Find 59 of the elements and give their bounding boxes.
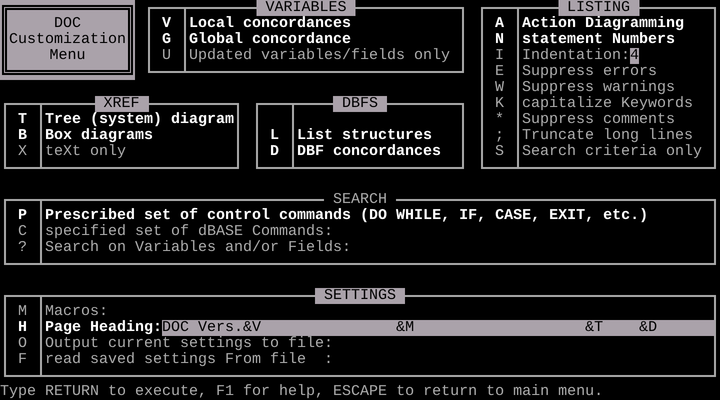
option-label[interactable]: Tree (system) diagram xyxy=(44,112,234,128)
option-label[interactable]: capitalize Keywords xyxy=(522,96,694,112)
option-label[interactable]: Local concordances xyxy=(189,16,352,32)
hotkey-letter[interactable]: A xyxy=(495,16,504,32)
option-label[interactable]: Macros: xyxy=(45,304,108,320)
hotkey-letter[interactable]: C xyxy=(18,224,27,240)
hotkey-letter[interactable]: G xyxy=(162,32,171,48)
hotkey-letter[interactable]: O xyxy=(18,336,27,352)
hotkey-letter[interactable]: D xyxy=(270,144,279,160)
panel-title: DBFS xyxy=(333,96,387,112)
hotkey-letter[interactable]: L xyxy=(270,128,279,144)
hotkey-letter[interactable]: W xyxy=(495,80,504,96)
menu-title-line: Menu xyxy=(49,48,86,64)
hotkey-letter[interactable]: X xyxy=(18,144,27,160)
hotkey-letter[interactable]: H xyxy=(18,320,27,336)
option-label[interactable]: Prescribed set of control commands (DO WHILE, IF, CASE, EXIT, etc.) xyxy=(45,208,648,224)
panel-title: XREF xyxy=(94,96,148,112)
panel-title: VARIABLES xyxy=(256,0,356,16)
hotkey-letter[interactable]: V xyxy=(162,16,171,32)
panel-title: SETTINGS xyxy=(315,288,405,304)
option-label[interactable]: Search on Variables and/or Fields: xyxy=(45,240,352,256)
option-label[interactable]: Search criteria only xyxy=(522,144,702,160)
option-label[interactable]: Action Diagramming xyxy=(522,16,684,32)
hotkey-letter[interactable]: S xyxy=(495,144,504,160)
option-label[interactable]: read saved settings From file : xyxy=(45,352,334,368)
option-label[interactable]: Box diagrams xyxy=(44,128,153,144)
option-label[interactable]: Truncate long lines xyxy=(522,128,694,144)
hotkey-letter[interactable]: B xyxy=(18,128,27,144)
hotkey-letter[interactable]: P xyxy=(18,208,27,224)
hotkey-letter[interactable]: U xyxy=(162,48,171,64)
option-label[interactable]: Output current settings to file: xyxy=(45,336,334,352)
status-hint: Type RETURN to execute, F1 for help, ESCAPE to return to main menu. xyxy=(0,384,604,400)
hotkey-letter[interactable]: ? xyxy=(18,240,27,256)
option-label[interactable]: specified set of dBASE Commands: xyxy=(45,224,334,240)
option-label[interactable]: Indentation: xyxy=(522,48,630,64)
menu-title-line: DOC xyxy=(54,16,81,32)
hotkey-letter[interactable]: F xyxy=(18,352,27,368)
option-label[interactable]: teXt only xyxy=(44,144,126,160)
option-label[interactable]: Suppress warnings xyxy=(522,80,676,96)
input-field[interactable]: 4 xyxy=(630,48,640,64)
hotkey-letter[interactable]: I xyxy=(495,48,504,64)
option-label[interactable]: statement Numbers xyxy=(522,32,676,48)
panel-title: LISTING xyxy=(558,0,639,16)
option-label[interactable]: DBF concordances xyxy=(297,144,442,160)
hotkey-letter[interactable]: E xyxy=(495,64,504,80)
hotkey-letter[interactable]: ; xyxy=(495,128,504,144)
input-field[interactable]: DOC Vers.&V &M &T &D xyxy=(162,320,715,336)
hotkey-letter[interactable]: K xyxy=(495,96,504,112)
option-label[interactable]: List structures xyxy=(297,128,432,144)
option-label[interactable]: Suppress comments xyxy=(522,112,676,128)
option-label[interactable]: Updated variables/fields only xyxy=(189,48,450,64)
hotkey-letter[interactable]: N xyxy=(495,32,504,48)
option-label[interactable]: Global concordance xyxy=(189,32,352,48)
option-label[interactable]: Suppress errors xyxy=(522,64,658,80)
hotkey-letter[interactable]: * xyxy=(495,112,504,128)
hotkey-letter[interactable]: T xyxy=(18,112,27,128)
menu-title-line: Customization xyxy=(8,32,126,48)
hotkey-letter[interactable]: M xyxy=(18,304,27,320)
option-label[interactable]: Page Heading: xyxy=(45,320,162,336)
